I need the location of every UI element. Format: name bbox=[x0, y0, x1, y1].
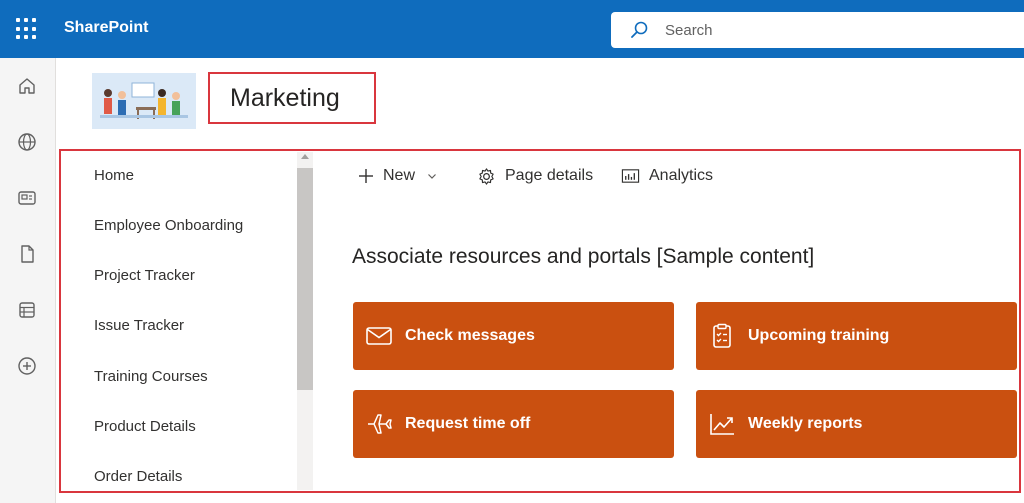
suite-bar: SharePoint Search bbox=[0, 0, 1024, 58]
add-circle-icon[interactable] bbox=[16, 355, 38, 377]
site-logo-illustration bbox=[92, 73, 196, 129]
nav-item-product-details[interactable]: Product Details bbox=[94, 418, 196, 435]
plus-icon bbox=[359, 169, 373, 183]
list-icon[interactable] bbox=[16, 299, 38, 321]
nav-item-home[interactable]: Home bbox=[94, 167, 134, 184]
file-icon[interactable] bbox=[16, 243, 38, 265]
search-input[interactable]: Search bbox=[665, 22, 713, 39]
section-title: Associate resources and portals [Sample … bbox=[352, 245, 815, 268]
app-name[interactable]: SharePoint bbox=[64, 19, 148, 37]
chevron-down-icon bbox=[428, 174, 436, 179]
quick-link-label: Request time off bbox=[405, 415, 531, 432]
quick-link-request-time-off[interactable]: Request time off bbox=[353, 390, 674, 458]
new-button[interactable]: New bbox=[358, 165, 437, 187]
search-icon bbox=[631, 21, 648, 38]
globe-icon[interactable] bbox=[16, 131, 38, 153]
nav-scrollbar-thumb[interactable] bbox=[297, 168, 313, 390]
app-launcher-icon[interactable] bbox=[16, 18, 38, 40]
nav-item-order-details[interactable]: Order Details bbox=[94, 468, 182, 485]
site-title-highlight: Marketing bbox=[208, 72, 376, 124]
gear-icon bbox=[479, 167, 494, 185]
quick-link-label: Check messages bbox=[405, 327, 535, 344]
analytics-button[interactable]: Analytics bbox=[621, 165, 713, 187]
quick-link-weekly-reports[interactable]: Weekly reports bbox=[696, 390, 1017, 458]
trend-chart-icon bbox=[710, 414, 734, 435]
nav-item-project-tracker[interactable]: Project Tracker bbox=[94, 267, 195, 284]
nav-item-training-courses[interactable]: Training Courses bbox=[94, 368, 208, 385]
site-logo[interactable] bbox=[92, 73, 196, 129]
analytics-icon bbox=[621, 169, 640, 183]
new-button-label: New bbox=[383, 167, 416, 184]
page-details-button[interactable]: Page details bbox=[477, 165, 593, 187]
scroll-up-arrow-icon[interactable] bbox=[301, 154, 309, 159]
airplane-icon bbox=[368, 414, 392, 434]
quick-link-upcoming-training[interactable]: Upcoming training bbox=[696, 302, 1017, 370]
app-bar bbox=[0, 58, 56, 503]
news-icon[interactable] bbox=[16, 187, 38, 209]
quick-link-label: Weekly reports bbox=[748, 415, 863, 432]
site-title[interactable]: Marketing bbox=[230, 84, 340, 113]
home-icon[interactable] bbox=[16, 75, 38, 97]
mail-icon bbox=[366, 327, 392, 345]
quick-link-label: Upcoming training bbox=[748, 327, 890, 344]
clipboard-icon bbox=[713, 323, 731, 348]
analytics-label: Analytics bbox=[649, 167, 714, 184]
nav-item-issue-tracker[interactable]: Issue Tracker bbox=[94, 317, 184, 334]
search-box[interactable]: Search bbox=[611, 12, 1024, 48]
quick-link-check-messages[interactable]: Check messages bbox=[353, 302, 674, 370]
page-details-label: Page details bbox=[505, 167, 594, 184]
nav-item-employee-onboarding[interactable]: Employee Onboarding bbox=[94, 217, 243, 234]
